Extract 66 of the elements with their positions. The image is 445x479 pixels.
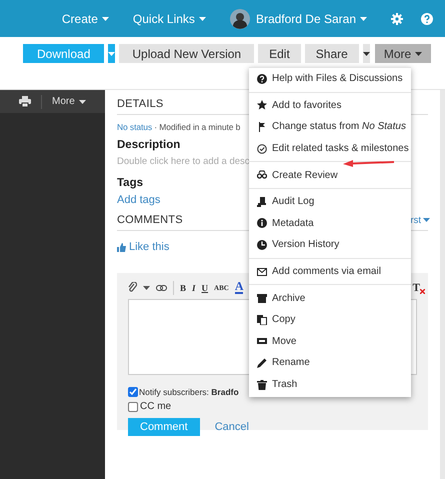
archive-icon <box>257 293 267 304</box>
caret-icon <box>102 16 109 20</box>
add-tags-link[interactable]: Add tags <box>117 194 160 206</box>
avatar[interactable] <box>230 8 250 28</box>
caret-icon <box>423 218 430 222</box>
thumbs-up-icon <box>117 242 126 252</box>
binoculars-icon <box>257 170 267 180</box>
help-icon <box>257 74 267 84</box>
menu-item[interactable]: Trash <box>249 374 411 396</box>
action-button[interactable]: Share <box>304 44 359 63</box>
star-icon <box>257 100 267 110</box>
caret-icon <box>360 16 367 20</box>
action-button[interactable]: Edit <box>258 44 301 63</box>
stamp-icon <box>257 196 267 207</box>
section-heading: COMMENTS <box>117 214 183 226</box>
menu-item[interactable]: Move <box>249 330 411 352</box>
menu-item[interactable]: Add comments via email <box>249 260 411 282</box>
format-button[interactable]: U <box>202 282 208 292</box>
menu-item[interactable]: Change status from No Status <box>249 116 411 138</box>
more-dropdown[interactable]: More <box>52 96 86 107</box>
menu-item[interactable]: Audit Log <box>249 190 411 213</box>
caret-icon <box>362 52 370 56</box>
format-button[interactable]: A <box>234 281 244 294</box>
annotation-arrow <box>343 158 395 168</box>
info-icon <box>257 218 267 228</box>
clock-icon <box>257 240 267 250</box>
menu-item[interactable]: Archive <box>249 287 411 309</box>
settings-icon[interactable] <box>391 12 403 24</box>
caret-icon <box>415 52 422 56</box>
format-button[interactable]: B <box>180 282 186 292</box>
like-link[interactable]: Like this <box>129 241 170 253</box>
caret-icon <box>198 16 206 20</box>
help-icon[interactable] <box>421 12 433 24</box>
more-button[interactable]: More <box>374 44 432 63</box>
caret-icon <box>143 286 150 290</box>
trash-icon <box>257 380 267 390</box>
caret-icon <box>108 52 116 56</box>
checkbox[interactable] <box>128 387 138 397</box>
printer-icon[interactable] <box>19 96 31 107</box>
action-button[interactable]: Upload New Version <box>119 44 254 63</box>
checkbox[interactable] <box>128 402 138 412</box>
menu-item[interactable]: Metadata <box>249 212 411 234</box>
menu-item[interactable]: Create Review <box>249 164 411 186</box>
flag-icon <box>257 122 267 132</box>
status-link[interactable]: No status <box>117 122 152 132</box>
checkbox-label: CC me <box>140 401 172 412</box>
copy-icon <box>257 314 267 325</box>
description-heading: Description <box>117 139 180 151</box>
envelope-icon <box>257 266 267 277</box>
menu-item[interactable]: Rename <box>249 352 411 374</box>
menu-item[interactable]: Help with Files & Discussions <box>249 68 411 90</box>
format-button[interactable]: I <box>192 282 196 292</box>
sort-dropdown[interactable]: rst <box>410 214 430 226</box>
menu-item[interactable]: Version History <box>249 234 411 256</box>
pencil-icon <box>257 358 267 368</box>
modified-text: · Modified in a minute b <box>154 122 240 132</box>
menu-item[interactable]: Edit related tasks & milestones <box>249 138 411 160</box>
move-icon <box>257 336 267 346</box>
menu-item[interactable]: Copy <box>249 308 411 331</box>
attach-icon[interactable] <box>128 282 137 293</box>
tags-heading: Tags <box>117 177 143 189</box>
link-icon[interactable] <box>156 284 167 290</box>
caret-icon <box>78 100 86 104</box>
checkbox-label: Notify subscribers: Bradfo <box>139 387 239 397</box>
check-circle-icon <box>257 144 267 154</box>
dropdown-button[interactable] <box>362 44 370 63</box>
